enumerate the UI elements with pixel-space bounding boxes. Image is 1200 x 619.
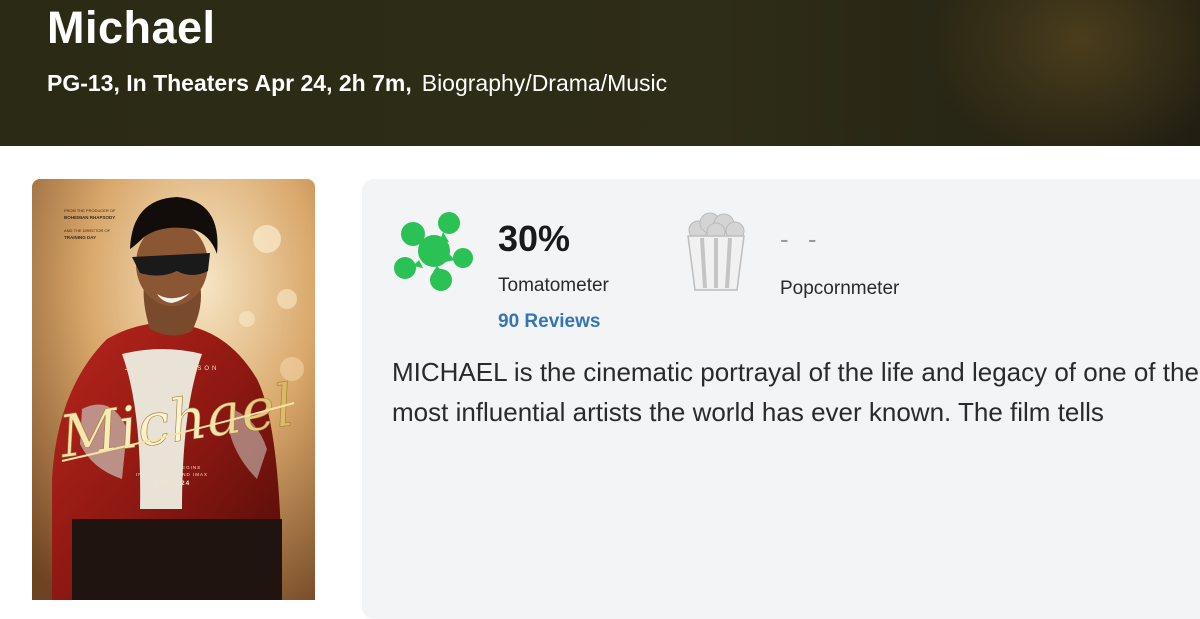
movie-header: Michael PG-13, In Theaters Apr 24, 2h 7m… [0, 0, 1200, 146]
tomatometer-reviews-link[interactable]: 90 Reviews [498, 311, 600, 333]
movie-synopsis: MICHAEL is the cinematic portrayal of th… [392, 352, 1200, 432]
movie-genre: Biography/Drama/Music [421, 70, 668, 96]
poster-credit-3: AND THE DIRECTOR OF [64, 228, 111, 233]
popcorn-bucket-icon [687, 212, 745, 291]
splat-icon [394, 212, 473, 291]
popcornmeter-label: Popcornmeter [780, 278, 900, 299]
poster-date: APRIL 24 [154, 480, 190, 487]
popcornmeter-score: - - [780, 224, 823, 254]
poster-art: FROM THE PRODUCER OF BOHEMIAN RHAPSODY A… [32, 179, 315, 600]
poster-credit-4: TRAINING DAY [64, 235, 96, 240]
movie-poster[interactable]: FROM THE PRODUCER OF BOHEMIAN RHAPSODY A… [32, 179, 315, 600]
synopsis-line-2: most influential artists the world has e… [392, 397, 1104, 427]
movie-info: PG-13, In Theaters Apr 24, 2h 7m, [47, 70, 412, 96]
movie-meta: PG-13, In Theaters Apr 24, 2h 7m, Biograp… [47, 70, 667, 97]
tomatometer-label: Tomatometer [498, 275, 609, 296]
poster-tagline-1: HIS STORY BEGINS [143, 465, 201, 470]
tomatometer-score: 30% [498, 218, 571, 259]
poster-credit-1: FROM THE PRODUCER OF [64, 208, 116, 213]
movie-title: Michael [47, 2, 216, 53]
poster-credit-2: BOHEMIAN RHAPSODY [64, 215, 115, 220]
poster-tagline-2: IN THEATERS AND IMAX [136, 472, 208, 477]
poster-actor: JAAFAR JACKSON [125, 366, 220, 372]
synopsis-line-1: MICHAEL is the cinematic portrayal of th… [392, 357, 1199, 387]
